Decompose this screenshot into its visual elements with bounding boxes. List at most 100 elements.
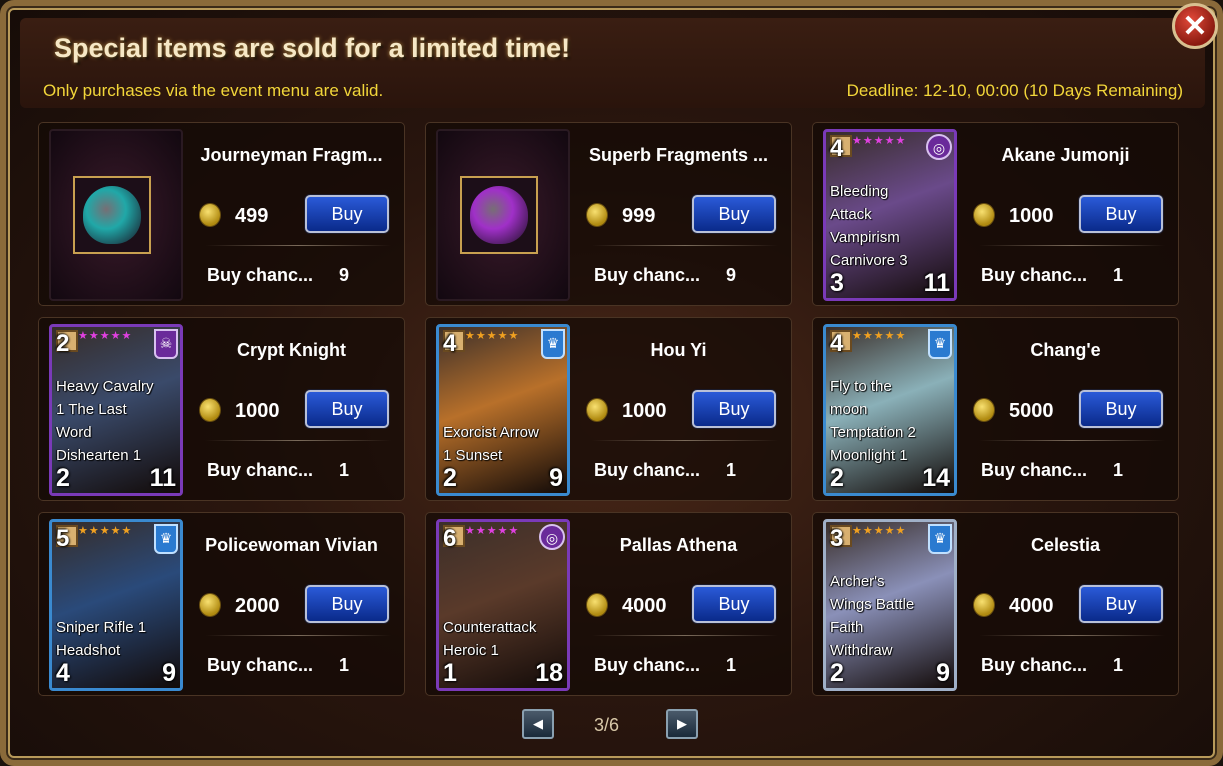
hero-health: 9 <box>936 659 950 687</box>
hero-card[interactable]: ★★★★★ ♛ 4 Exorcist Arrow 1 Sunset 2 9 <box>436 324 570 496</box>
divider <box>205 245 391 246</box>
gold-coin-icon <box>586 593 608 617</box>
gold-coin-icon <box>973 398 995 422</box>
shop-item-card: ★★★★★ ♛ 4 Exorcist Arrow 1 Sunset 2 9 Hou… <box>425 317 792 501</box>
race-badge-icon: ♛ <box>928 524 952 554</box>
skill-text: Faith <box>830 619 864 636</box>
divider <box>979 635 1165 636</box>
buy-chance-value: 1 <box>1113 655 1124 675</box>
skill-text: Sniper Rifle 1 <box>56 619 147 636</box>
divider <box>205 440 391 441</box>
star-rating-icon: ★★★★★ <box>852 135 907 147</box>
star-rating-icon: ★★★★★ <box>78 525 133 537</box>
divider <box>592 245 778 246</box>
buy-button[interactable]: Buy <box>305 195 389 233</box>
item-price: 4000 <box>1009 595 1054 617</box>
item-price: 5000 <box>1009 400 1054 422</box>
race-badge-icon: ♛ <box>154 524 178 554</box>
skill-text: Word <box>56 424 92 441</box>
hero-attack: 2 <box>830 659 844 687</box>
hero-card[interactable]: ★★★★★ ☠ 2 Heavy Cavalry 1 The Last Word Dis… <box>49 324 183 496</box>
buy-button[interactable]: Buy <box>305 390 389 428</box>
gold-coin-icon <box>199 593 221 617</box>
buy-chance-value: 9 <box>339 265 350 285</box>
buy-chance-value: 1 <box>339 460 350 480</box>
item-price: 1000 <box>235 400 280 422</box>
hero-card[interactable]: ★★★★★ ♛ 4 Fly to the moon Temptation 2 Moon… <box>823 324 957 496</box>
hero-card[interactable]: ★★★★★ ♛ 5 Sniper Rifle 1 Headshot 4 9 <box>49 519 183 691</box>
gold-coin-icon <box>199 398 221 422</box>
buy-button[interactable]: Buy <box>692 585 776 623</box>
item-image <box>49 129 183 301</box>
hero-health: 11 <box>149 464 176 492</box>
item-name: Crypt Knight <box>237 340 346 360</box>
item-price: 999 <box>622 205 656 227</box>
hero-wait-value: 5 <box>56 525 70 552</box>
buy-chance-value: 1 <box>1113 265 1124 285</box>
buy-button[interactable]: Buy <box>1079 390 1163 428</box>
item-price: 1000 <box>1009 205 1054 227</box>
skill-text: Exorcist Arrow <box>443 424 539 441</box>
hero-wait-value: 2 <box>56 330 70 357</box>
next-page-button[interactable]: ▶ <box>666 709 698 739</box>
skill-text: Attack <box>830 206 872 223</box>
skill-text: Vampirism <box>830 229 900 246</box>
star-rating-icon: ★★★★★ <box>78 330 133 342</box>
skill-text: Bleeding <box>830 183 889 200</box>
buy-button[interactable]: Buy <box>692 390 776 428</box>
hero-wait-value: 4 <box>830 135 844 162</box>
buy-chance-label: Buy chanc... <box>594 655 701 675</box>
next-page-icon: ▶ <box>677 716 687 731</box>
item-name: Chang'e <box>1030 340 1101 360</box>
close-icon: ✕ <box>1182 9 1208 43</box>
skill-text: Counterattack <box>443 619 537 636</box>
shop-item-card: ★★★★★ ◎ 4 Bleeding Attack Vampirism Carnivo… <box>812 122 1179 306</box>
buy-chance-value: 1 <box>1113 460 1124 480</box>
item-name: Hou Yi <box>650 340 707 360</box>
race-badge-icon: ♛ <box>541 329 565 359</box>
close-button[interactable]: ✕ <box>1172 3 1218 49</box>
hero-health: 9 <box>162 659 176 687</box>
fragment-bag-frame <box>73 176 151 254</box>
race-badge-icon: ☠ <box>154 329 178 359</box>
item-price: 2000 <box>235 595 280 617</box>
divider <box>979 440 1165 441</box>
buy-chance-label: Buy chanc... <box>981 655 1088 675</box>
item-name: Pallas Athena <box>619 535 738 555</box>
skill-text: Temptation 2 <box>830 424 916 441</box>
item-name: Superb Fragments ... <box>588 145 769 165</box>
shop-item-card: ★★★★★ ♛ 4 Fly to the moon Temptation 2 Moon… <box>812 317 1179 501</box>
shop-item-card: Journeyman Fragm... 499 Buy Buy chanc...… <box>38 122 405 306</box>
hero-card[interactable]: ★★★★★ ♛ 3 Archer's Wings Battle Faith Withd… <box>823 519 957 691</box>
buy-chance-label: Buy chanc... <box>981 265 1088 285</box>
hero-wait-value: 6 <box>443 525 457 552</box>
buy-chance-label: Buy chanc... <box>207 655 314 675</box>
buy-chance-label: Buy chanc... <box>594 460 701 480</box>
hero-wait-value: 3 <box>830 525 844 552</box>
hero-card[interactable]: ★★★★★ ◎ 6 Counterattack Heroic 1 1 18 <box>436 519 570 691</box>
gold-coin-icon <box>586 398 608 422</box>
prev-page-button[interactable]: ◀ <box>522 709 554 739</box>
skill-text: Fly to the <box>830 378 892 395</box>
hero-wait-value: 4 <box>830 330 844 357</box>
hero-attack: 4 <box>56 659 70 687</box>
hero-attack: 2 <box>443 464 457 492</box>
race-badge-icon: ◎ <box>926 134 952 160</box>
buy-button[interactable]: Buy <box>1079 585 1163 623</box>
skill-text: moon <box>830 401 868 418</box>
gold-coin-icon <box>199 203 221 227</box>
gold-coin-icon <box>973 593 995 617</box>
item-name: Journeyman Fragm... <box>200 145 383 165</box>
buy-chance-value: 1 <box>726 655 737 675</box>
item-price: 4000 <box>622 595 667 617</box>
hero-card[interactable]: ★★★★★ ◎ 4 Bleeding Attack Vampirism Carnivo… <box>823 129 957 301</box>
buy-button[interactable]: Buy <box>305 585 389 623</box>
hero-health: 14 <box>922 464 950 492</box>
buy-button[interactable]: Buy <box>1079 195 1163 233</box>
buy-chance-label: Buy chanc... <box>594 265 701 285</box>
item-image <box>436 129 570 301</box>
gold-coin-icon <box>973 203 995 227</box>
buy-chance-value: 1 <box>726 460 737 480</box>
buy-chance-label: Buy chanc... <box>207 460 314 480</box>
buy-button[interactable]: Buy <box>692 195 776 233</box>
